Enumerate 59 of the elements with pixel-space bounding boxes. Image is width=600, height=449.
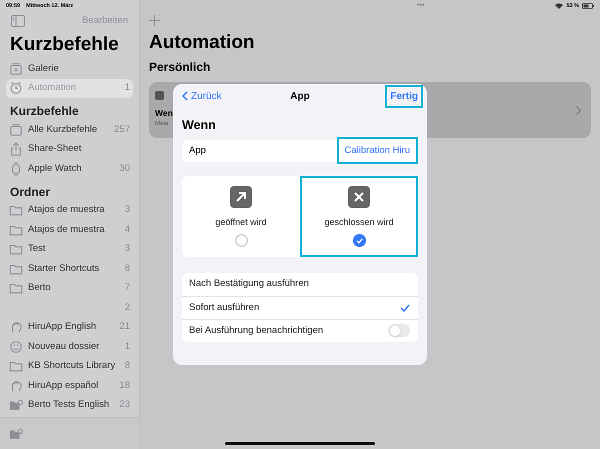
folder-icon bbox=[9, 203, 23, 218]
folder-icon bbox=[9, 242, 23, 256]
sidebar-item[interactable]: Berto 7 bbox=[6, 278, 133, 298]
trigger-option[interactable]: geschlossen wird bbox=[300, 176, 418, 257]
sidebar-item[interactable]: HiruApp English 21 bbox=[6, 318, 133, 337]
folder-icon bbox=[9, 359, 23, 374]
app-label: App bbox=[189, 144, 206, 158]
sidebar-item[interactable]: HiruApp español 18 bbox=[6, 376, 133, 396]
app-picker-button[interactable]: Calibration Hiru bbox=[336, 137, 418, 164]
sidebar-item[interactable]: Atajos de muestra 4 bbox=[6, 220, 133, 240]
close-icon bbox=[348, 186, 370, 208]
option-row[interactable]: Sofort ausführen bbox=[182, 296, 418, 319]
section-heading: Wenn bbox=[182, 117, 217, 134]
sidebar-item[interactable]: Share-Sheet bbox=[6, 140, 133, 159]
option-row[interactable]: Bei Ausführung benachrichtigen bbox=[182, 318, 418, 342]
sidebar-item[interactable]: Nouveau dossier 1 bbox=[6, 337, 133, 356]
sidebar-item[interactable]: Apple Watch 30 bbox=[6, 159, 133, 178]
sidebar-toggle-icon[interactable] bbox=[11, 15, 25, 27]
sidebar-item[interactable]: KB Shortcuts Library 8 bbox=[6, 356, 133, 376]
head-icon bbox=[9, 378, 23, 393]
section-heading: Persönlich bbox=[148, 59, 212, 76]
stack-icon bbox=[9, 122, 23, 137]
option-label: Sofort ausführen bbox=[189, 300, 260, 315]
back-button[interactable]: Zurück bbox=[182, 88, 222, 104]
section-heading: Ordner bbox=[9, 184, 52, 200]
page-title: Automation bbox=[148, 31, 256, 55]
option-label: Bei Ausführung benachrichtigen bbox=[189, 324, 324, 338]
option-label: geschlossen wird bbox=[324, 216, 394, 229]
chevron-right-icon bbox=[576, 106, 581, 114]
add-icon[interactable] bbox=[149, 15, 160, 26]
sidebar-item[interactable]: Berto Tests English 23 bbox=[6, 396, 133, 415]
face-icon bbox=[9, 340, 23, 354]
option-label: Nach Bestätigung ausführen bbox=[189, 277, 309, 292]
wifi-icon bbox=[555, 3, 564, 9]
sidebar-item[interactable]: Starter Shortcuts 8 bbox=[6, 259, 133, 278]
share-icon bbox=[9, 142, 23, 156]
chevron-left-icon bbox=[182, 91, 188, 101]
sidebar-item[interactable]: Test 3 bbox=[6, 240, 133, 259]
sidebar-item[interactable]: Alle Kurzbefehle 257 bbox=[6, 120, 133, 140]
option-label: geöffnet wird bbox=[215, 216, 267, 229]
toggle-switch[interactable] bbox=[388, 324, 410, 338]
head-icon bbox=[9, 320, 23, 334]
folder-icon bbox=[9, 281, 23, 296]
trigger-option[interactable]: geöffnet wird bbox=[182, 176, 300, 257]
option-row[interactable]: Nach Bestätigung ausführen bbox=[182, 272, 418, 296]
folder-gear-icon bbox=[9, 398, 23, 412]
watch-icon bbox=[9, 162, 23, 176]
dialog-title: App bbox=[290, 90, 310, 104]
gallery-icon bbox=[9, 62, 23, 76]
app-icon bbox=[155, 90, 164, 100]
done-button[interactable]: Fertig bbox=[385, 84, 423, 108]
battery-icon bbox=[582, 3, 594, 9]
alarm-clock-icon bbox=[9, 81, 23, 96]
sidebar-item[interactable]: Atajos de muestra 3 bbox=[6, 200, 133, 220]
folder-gear-icon bbox=[9, 426, 23, 440]
sidebar-item[interactable]: Galerie bbox=[6, 59, 133, 78]
section-heading: Kurzbefehle bbox=[9, 103, 80, 120]
card-title: Wen bbox=[155, 106, 173, 120]
sidebar-title: Kurzbefehle bbox=[9, 33, 120, 57]
